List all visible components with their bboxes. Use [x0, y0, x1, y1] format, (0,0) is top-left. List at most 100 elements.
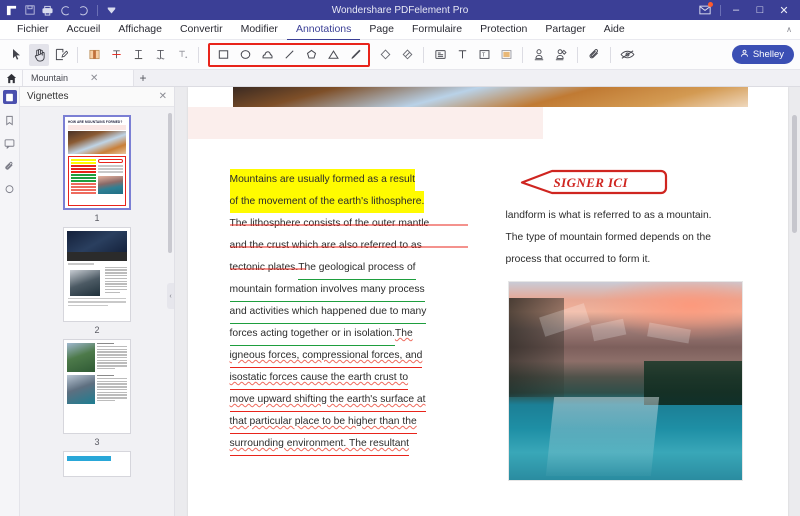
attachments-panel-icon[interactable]	[3, 159, 17, 173]
menu-protection[interactable]: Protection	[471, 20, 536, 40]
strikethrough-icon[interactable]	[106, 44, 126, 66]
side-panel-rail	[0, 87, 20, 516]
comments-panel-icon[interactable]	[3, 136, 17, 150]
text-callout-icon[interactable]: T	[474, 44, 494, 66]
page-thumbnail-3[interactable]	[63, 339, 131, 434]
stamp-icon[interactable]	[529, 44, 549, 66]
thumbnails-panel: Vignettes ✕ HOW ARE MOUNTAINS FORMED? 1 …	[20, 87, 175, 516]
thumbnail-heading: HOW ARE MOUNTAINS FORMED?	[68, 120, 123, 124]
shapes-tool-group	[208, 42, 370, 67]
maximize-button[interactable]: □	[749, 1, 771, 19]
body-line: landform is what is referred to as a mou…	[505, 210, 712, 221]
strikethrough-line: The lithosphere consists of the outer ma…	[229, 218, 468, 229]
page-thumbnail-4[interactable]	[63, 451, 131, 477]
pencil-icon[interactable]	[345, 44, 365, 66]
edit-annotation-icon[interactable]	[51, 44, 71, 66]
cloud-icon[interactable]	[257, 44, 277, 66]
user-name-label: Shelley	[752, 49, 784, 60]
bookmarks-panel-icon[interactable]	[3, 113, 17, 127]
collapse-panel-handle[interactable]: ‹	[167, 283, 174, 309]
menu-annotations[interactable]: Annotations	[286, 20, 361, 40]
thumbnail-item[interactable]: HOW ARE MOUNTAINS FORMED? 1	[63, 115, 131, 223]
document-tab-mountain[interactable]: Mountain ✕	[22, 70, 134, 86]
mail-notification-button[interactable]	[694, 1, 716, 19]
menu-page[interactable]: Page	[360, 20, 403, 40]
menu-accueil[interactable]: Accueil	[58, 20, 110, 40]
ribbon-divider-2	[198, 46, 199, 63]
home-tab[interactable]	[0, 70, 22, 86]
menu-affichage[interactable]: Affichage	[109, 20, 171, 40]
page-thumbnail-1[interactable]: HOW ARE MOUNTAINS FORMED?	[63, 115, 131, 210]
eraser-icon[interactable]	[375, 44, 395, 66]
undo-icon[interactable]	[59, 4, 72, 17]
document-tab-label: Mountain	[31, 73, 69, 83]
rectangle-icon[interactable]	[213, 44, 233, 66]
area-highlight-icon[interactable]	[496, 44, 516, 66]
toolbar-divider	[97, 4, 98, 16]
thumbnail-item[interactable]: 3	[63, 339, 131, 447]
customize-quick-access-icon[interactable]	[105, 4, 118, 17]
page-thumbnail-2[interactable]	[63, 227, 131, 322]
menu-fichier[interactable]: Fichier	[8, 20, 58, 40]
app-logo-icon	[5, 4, 18, 17]
thumbnail-pink-band	[68, 125, 126, 130]
menu-formulaire[interactable]: Formulaire	[403, 20, 471, 40]
thumbnail-hero-image	[68, 131, 126, 154]
attachment-icon[interactable]	[584, 44, 604, 66]
sign-here-stamp[interactable]: SIGNER ICI	[518, 169, 670, 197]
squiggly-line: The	[394, 328, 413, 339]
squiggly-line: igneous forces, compressional forces, an…	[229, 345, 423, 368]
minimize-button[interactable]: –	[725, 1, 747, 19]
new-tab-button[interactable]: +	[134, 70, 152, 86]
sticky-note-icon[interactable]	[430, 44, 450, 66]
polygon-icon[interactable]	[301, 44, 321, 66]
menu-convertir[interactable]: Convertir	[171, 20, 232, 40]
highlight-icon[interactable]	[84, 44, 104, 66]
green-underline-line: The geological process of	[298, 257, 416, 280]
squiggly-underline-icon[interactable]	[150, 44, 170, 66]
close-icon[interactable]: ✕	[159, 91, 167, 102]
save-icon[interactable]	[23, 4, 36, 17]
pdf-page[interactable]: Mountains are usually formed as a result…	[187, 87, 788, 516]
area-eraser-icon[interactable]	[397, 44, 417, 66]
document-viewer[interactable]: Mountains are usually formed as a result…	[175, 87, 800, 516]
print-icon[interactable]	[41, 4, 54, 17]
document-scrollbar[interactable]	[792, 115, 797, 233]
user-account-button[interactable]: Shelley	[731, 45, 794, 64]
thumbnail-item[interactable]: 2	[63, 227, 131, 335]
line-icon[interactable]	[279, 44, 299, 66]
highlighted-line: Mountains are usually formed as a result	[229, 169, 415, 191]
quick-access-toolbar	[0, 4, 118, 17]
text-markup-more-icon[interactable]	[172, 44, 192, 66]
thumbnail-annotated-region	[68, 156, 126, 206]
thumbnail-item[interactable]	[63, 451, 131, 477]
custom-stamp-icon[interactable]	[551, 44, 571, 66]
green-underline-line: and activities which happened due to man…	[229, 301, 427, 324]
connected-lines-icon[interactable]	[323, 44, 343, 66]
stamp-label: SIGNER ICI	[553, 175, 628, 190]
menu-aide[interactable]: Aide	[595, 20, 634, 40]
collapse-ribbon-icon[interactable]: ∧	[786, 25, 800, 34]
hide-annotations-icon[interactable]	[617, 44, 637, 66]
menu-modifier[interactable]: Modifier	[232, 20, 287, 40]
ribbon-divider-3	[423, 46, 424, 63]
redo-icon[interactable]	[77, 4, 90, 17]
underline-icon[interactable]	[128, 44, 148, 66]
thumbnails-panel-icon[interactable]	[2, 90, 17, 104]
thumbnails-panel-header: Vignettes ✕	[20, 87, 174, 107]
ribbon-divider-6	[610, 46, 611, 63]
text-box-icon[interactable]	[452, 44, 472, 66]
thumbnails-scrollbar[interactable]	[168, 113, 172, 253]
search-panel-icon[interactable]	[3, 182, 17, 196]
select-tool-icon[interactable]	[7, 44, 27, 66]
thumbnails-list[interactable]: HOW ARE MOUNTAINS FORMED? 1 2 3	[20, 107, 174, 516]
close-icon[interactable]: ✕	[90, 73, 98, 84]
hand-tool-icon[interactable]	[29, 43, 49, 66]
ellipse-icon[interactable]	[235, 44, 255, 66]
ribbon-divider-4	[522, 46, 523, 63]
close-button[interactable]: ✕	[773, 1, 795, 19]
right-text-column: SIGNER ICI landform is what is referred …	[506, 169, 744, 481]
user-avatar-icon	[740, 49, 749, 61]
menu-partager[interactable]: Partager	[536, 20, 594, 40]
mountain-lake-photo	[507, 281, 743, 481]
